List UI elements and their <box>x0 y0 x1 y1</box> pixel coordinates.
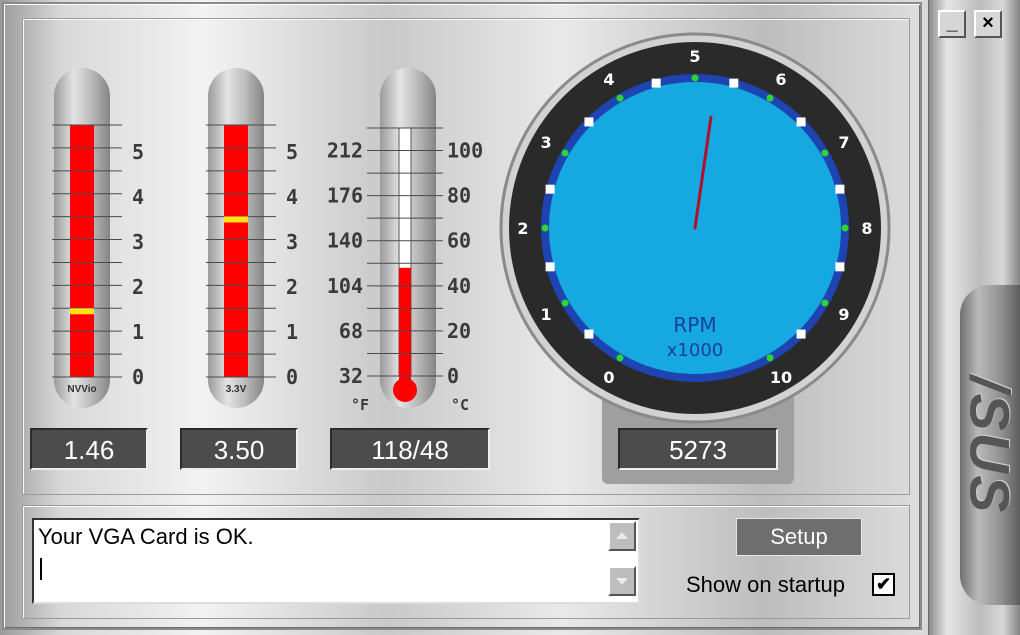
dial-major-dot <box>841 224 849 232</box>
checkmark-icon: ✔ <box>875 574 892 594</box>
voltage-gauge-2-label: 3.3V <box>225 384 247 395</box>
arrow-up-icon <box>616 532 628 539</box>
dial-minor-marker <box>584 329 594 339</box>
arrow-down-icon <box>616 578 628 585</box>
dial-major-dot <box>616 354 624 362</box>
celsius-label: 40 <box>447 274 471 298</box>
dial-number: 1 <box>540 305 551 324</box>
celsius-label: 60 <box>447 229 471 253</box>
voltage-gauge-1-scale-label: 0 <box>132 365 144 389</box>
voltage-gauge-1-scale-label: 1 <box>132 320 144 344</box>
show-on-startup-checkbox[interactable]: ✔ <box>872 573 895 596</box>
dial-major-dot <box>561 149 569 157</box>
minimize-icon: _ <box>946 12 958 34</box>
dial-major-dot <box>541 224 549 232</box>
voltage-gauge-2-scale-label: 0 <box>286 365 298 389</box>
dial-number: 9 <box>838 305 849 324</box>
scroll-up-button[interactable] <box>608 521 636 551</box>
celsius-label: 100 <box>447 139 483 163</box>
dial-minor-marker <box>835 262 845 272</box>
celsius-unit: °C <box>451 396 469 414</box>
dial-unit-label: RPM <box>673 313 716 337</box>
show-on-startup-label: Show on startup <box>686 572 845 597</box>
scroll-down-button[interactable] <box>608 566 636 596</box>
celsius-label: 80 <box>447 184 471 208</box>
dial-number: 6 <box>775 70 786 89</box>
dial-number: 8 <box>861 219 872 238</box>
voltage-gauge-2-red-column <box>224 125 248 377</box>
temperature-readout: 118/48 <box>330 428 490 470</box>
dial-number: 7 <box>838 133 849 152</box>
fahrenheit-label: 140 <box>327 229 363 253</box>
status-message-box[interactable]: Your VGA Card is OK. <box>32 518 640 604</box>
dial-minor-marker <box>835 184 845 194</box>
dial-minor-marker <box>729 78 739 88</box>
fahrenheit-label: 104 <box>327 274 363 298</box>
minimize-button[interactable]: _ <box>938 10 966 38</box>
fan-speed-dial: 0 1 2 3 4 5 6 7 8 9 10 RPM x1000 <box>499 32 891 424</box>
dial-major-dot <box>821 299 829 307</box>
dial-major-dot <box>766 94 774 102</box>
dial-minor-marker <box>796 329 806 339</box>
dial-major-dot <box>691 74 699 82</box>
dial-number: 3 <box>540 133 551 152</box>
voltage-gauge-1-red-column <box>70 125 94 377</box>
voltage-gauge-1-scale-label: 5 <box>132 140 144 164</box>
dial-number: 2 <box>517 219 528 238</box>
dial-minor-marker <box>651 78 661 88</box>
dial-major-dot <box>766 354 774 362</box>
voltage-gauge-2-scale-label: 1 <box>286 320 298 344</box>
voltage-gauge-1-scale-label: 4 <box>132 185 144 209</box>
dial-minor-marker <box>545 184 555 194</box>
voltage-2-readout: 3.50 <box>180 428 298 470</box>
close-button[interactable]: × <box>974 10 1002 38</box>
dial-major-dot <box>616 94 624 102</box>
dial-major-dot <box>561 299 569 307</box>
voltage-gauge-1-scale-label: 2 <box>132 275 144 299</box>
dial-minor-marker <box>545 262 555 272</box>
fahrenheit-unit: °F <box>351 396 369 414</box>
voltage-gauge-2-scale-label: 5 <box>286 140 298 164</box>
setup-button[interactable]: Setup <box>736 518 862 556</box>
dial-multiplier-label: x1000 <box>667 340 723 361</box>
dial-major-dot <box>821 149 829 157</box>
text-caret <box>40 558 42 580</box>
asus-logo: /SUS <box>958 375 1020 515</box>
asus-vga-monitor-window: _ × /SUS 543210 NVVio 1.46 543210 3.3V 3… <box>0 0 1020 635</box>
fahrenheit-label: 212 <box>327 139 363 163</box>
dial-number: 4 <box>603 70 614 89</box>
voltage-gauge-2-scale-label: 4 <box>286 185 298 209</box>
dial-minor-marker <box>584 117 594 127</box>
dial-number: 0 <box>603 368 614 387</box>
fan-rpm-readout: 5273 <box>618 428 778 470</box>
voltage-gauge-1-label: NVVio <box>67 384 97 395</box>
fahrenheit-label: 176 <box>327 184 363 208</box>
celsius-label: 0 <box>447 364 459 388</box>
close-icon: × <box>982 12 994 34</box>
thermometer-bulb <box>393 378 417 402</box>
voltage-1-readout: 1.46 <box>30 428 148 470</box>
voltage-gauge-1-scale-label: 3 <box>132 230 144 254</box>
voltage-gauge-2-value-marker <box>224 216 248 223</box>
voltage-gauge-2-scale-label: 3 <box>286 230 298 254</box>
celsius-label: 20 <box>447 319 471 343</box>
dial-number: 5 <box>689 47 700 66</box>
dial-number: 10 <box>770 368 792 387</box>
fahrenheit-label: 32 <box>339 364 363 388</box>
dial-minor-marker <box>796 117 806 127</box>
voltage-gauge-1-value-marker <box>70 308 94 315</box>
fahrenheit-label: 68 <box>339 319 363 343</box>
voltage-gauge-2-scale-label: 2 <box>286 275 298 299</box>
status-message: Your VGA Card is OK. <box>38 524 254 549</box>
